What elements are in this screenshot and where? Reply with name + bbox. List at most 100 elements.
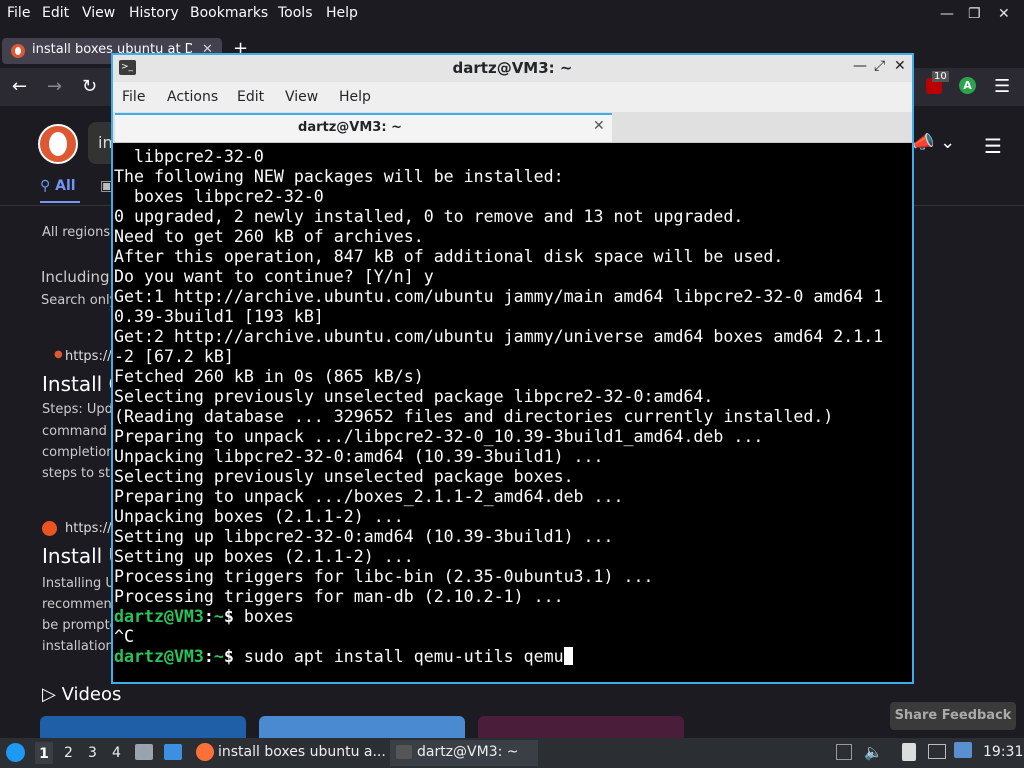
firefox-icon: [196, 743, 214, 761]
notes-icon[interactable]: [902, 743, 916, 761]
terminal-line: Need to get 260 kB of archives.: [114, 227, 424, 246]
taskbar-terminal[interactable]: dartz@VM3: ~: [417, 744, 519, 760]
result2-url[interactable]: https://: [65, 521, 112, 536]
terminal-line: Setting up libpcre2-32-0:amd64 (10.39-3b…: [114, 527, 614, 546]
tab-close-icon[interactable]: ✕: [593, 118, 605, 134]
volume-icon[interactable]: 🔈: [864, 743, 883, 761]
including-text: Including r: [41, 268, 121, 286]
terminal-line: The following NEW packages will be insta…: [114, 167, 564, 186]
workspace-1[interactable]: 1: [35, 742, 53, 764]
terminal-line: Unpacking libpcre2-32-0:amd64 (10.39-3bu…: [114, 447, 604, 466]
file-manager-icon[interactable]: [135, 744, 153, 760]
active-tab-underline: [40, 201, 80, 203]
ff-menu-tools[interactable]: Tools: [278, 5, 313, 21]
share-feedback-button[interactable]: Share Feedback: [890, 702, 1016, 730]
firefox-menubar: File Edit View History Bookmarks Tools H…: [0, 0, 1024, 28]
terminal-text: libpcre2-32-0 The following NEW packages …: [114, 147, 883, 667]
minimize-icon[interactable]: —: [853, 58, 867, 74]
clock: 19:31: [983, 744, 1024, 760]
terminal-line: Get:2 http://archive.ubuntu.com/ubuntu j…: [114, 327, 884, 346]
result2-snippet: recommen: [42, 597, 112, 612]
terminal-line: Fetched 260 kB in 0s (865 kB/s): [114, 367, 424, 386]
terminal-line: Get:1 http://archive.ubuntu.com/ubuntu j…: [114, 287, 884, 306]
terminal-tab-title: dartz@VM3: ~: [298, 120, 402, 135]
back-icon[interactable]: ←: [12, 76, 27, 97]
terminal-line: Preparing to unpack .../libpcre2-32-0_10…: [114, 427, 764, 446]
notification-icon[interactable]: [954, 742, 972, 758]
clipboard-icon[interactable]: [836, 744, 852, 760]
terminal-menubar: File Actions Edit View Help: [113, 82, 912, 112]
ff-menu-edit[interactable]: Edit: [42, 5, 69, 21]
result1-snippet: command f: [42, 424, 116, 439]
close-icon[interactable]: ✕: [894, 58, 906, 74]
command-text: sudo apt install qemu-utils qemu: [243, 647, 564, 666]
result2-snippet: be prompte: [42, 618, 118, 633]
duckduckgo-logo[interactable]: [38, 124, 78, 164]
terminal-titlebar[interactable]: >_ dartz@VM3: ~ — ⤢ ✕: [113, 55, 912, 82]
workspace-2[interactable]: 2: [64, 745, 73, 761]
prompt-user: dartz@VM3: [114, 607, 204, 626]
ff-menu-view[interactable]: View: [82, 5, 115, 21]
prompt-path: ~: [213, 647, 224, 666]
search-only-link[interactable]: Search only: [41, 293, 117, 308]
terminal-output[interactable]: libpcre2-32-0 The following NEW packages …: [114, 145, 911, 682]
prompt-line: dartz@VM3:~$ boxes: [114, 607, 883, 627]
terminal-tabbar: dartz@VM3: ~ ✕: [113, 112, 912, 143]
result2-snippet: Installing U: [42, 576, 115, 591]
minimize-icon[interactable]: —: [940, 6, 954, 22]
region-filter[interactable]: All regions: [42, 225, 110, 240]
terminal-line: boxes libpcre2-32-0: [114, 187, 324, 206]
videos-label: Videos: [61, 684, 122, 705]
command-text: boxes: [243, 607, 294, 626]
terminal-window: >_ dartz@VM3: ~ — ⤢ ✕ File Actions Edit …: [111, 53, 914, 684]
result2-snippet: installation: [42, 639, 114, 654]
terminal-line: Processing triggers for man-db (2.10.2-1…: [114, 587, 564, 606]
term-menu-edit[interactable]: Edit: [237, 89, 264, 105]
extension-badge: 10: [932, 71, 949, 82]
prompt-line: dartz@VM3:~$ sudo apt install qemu-utils…: [114, 647, 883, 667]
videos-heading[interactable]: ▷ Videos: [42, 684, 121, 705]
workspace-3[interactable]: 3: [88, 745, 97, 761]
terminal-line: Do you want to continue? [Y/n] y: [114, 267, 434, 286]
prompt-dollar: $: [223, 647, 244, 666]
prompt-path: ~: [213, 607, 224, 626]
app-launcher-icon[interactable]: [6, 743, 25, 762]
taskbar-firefox[interactable]: install boxes ubuntu a...: [218, 744, 386, 760]
term-menu-actions[interactable]: Actions: [167, 89, 218, 105]
ff-menu-file[interactable]: File: [7, 5, 30, 21]
terminal-line: 0 upgraded, 2 newly installed, 0 to remo…: [114, 207, 744, 226]
terminal-line: Selecting previously unselected package …: [114, 467, 574, 486]
text-cursor: [563, 647, 573, 665]
hamburger-icon[interactable]: ☰: [984, 134, 1002, 158]
terminal-tab[interactable]: dartz@VM3: ~ ✕: [115, 113, 612, 142]
term-menu-view[interactable]: View: [285, 89, 318, 105]
maximize-icon[interactable]: ❐: [968, 6, 981, 22]
prompt-user: dartz@VM3: [114, 647, 204, 666]
account-avatar[interactable]: A: [959, 77, 976, 94]
result1-snippet: steps to sta: [42, 466, 119, 481]
ff-menu-history[interactable]: History: [129, 5, 179, 21]
terminal-line: -2 [67.2 kB]: [114, 347, 234, 366]
prompt-separator: :: [203, 647, 214, 666]
prompt-dollar: $: [223, 607, 244, 626]
result1-url[interactable]: https://: [65, 349, 112, 364]
tab-all[interactable]: ⚲ All: [40, 178, 76, 194]
ff-menu-bookmarks[interactable]: Bookmarks: [190, 5, 268, 21]
forward-icon[interactable]: →: [47, 76, 62, 97]
prompt-separator: :: [203, 607, 214, 626]
network-icon[interactable]: [928, 744, 946, 759]
term-menu-help[interactable]: Help: [339, 89, 371, 105]
close-icon[interactable]: ✕: [998, 6, 1010, 22]
result1-snippet: Steps: Upd: [42, 402, 113, 417]
terminal-line: Selecting previously unselected package …: [114, 387, 714, 406]
ff-menu-help[interactable]: Help: [326, 5, 358, 21]
workspace-4[interactable]: 4: [112, 745, 121, 761]
maximize-icon[interactable]: ⤢: [874, 58, 885, 74]
app-menu-icon[interactable]: ☰: [994, 76, 1010, 97]
reload-icon[interactable]: ↻: [82, 76, 97, 97]
desktop-icon[interactable]: [164, 744, 182, 760]
megaphone-icon[interactable]: 📣 ⌄: [912, 132, 955, 153]
term-menu-file[interactable]: File: [122, 89, 145, 105]
duckduckgo-icon: [11, 44, 25, 58]
favicon-icon: ●: [54, 349, 63, 360]
